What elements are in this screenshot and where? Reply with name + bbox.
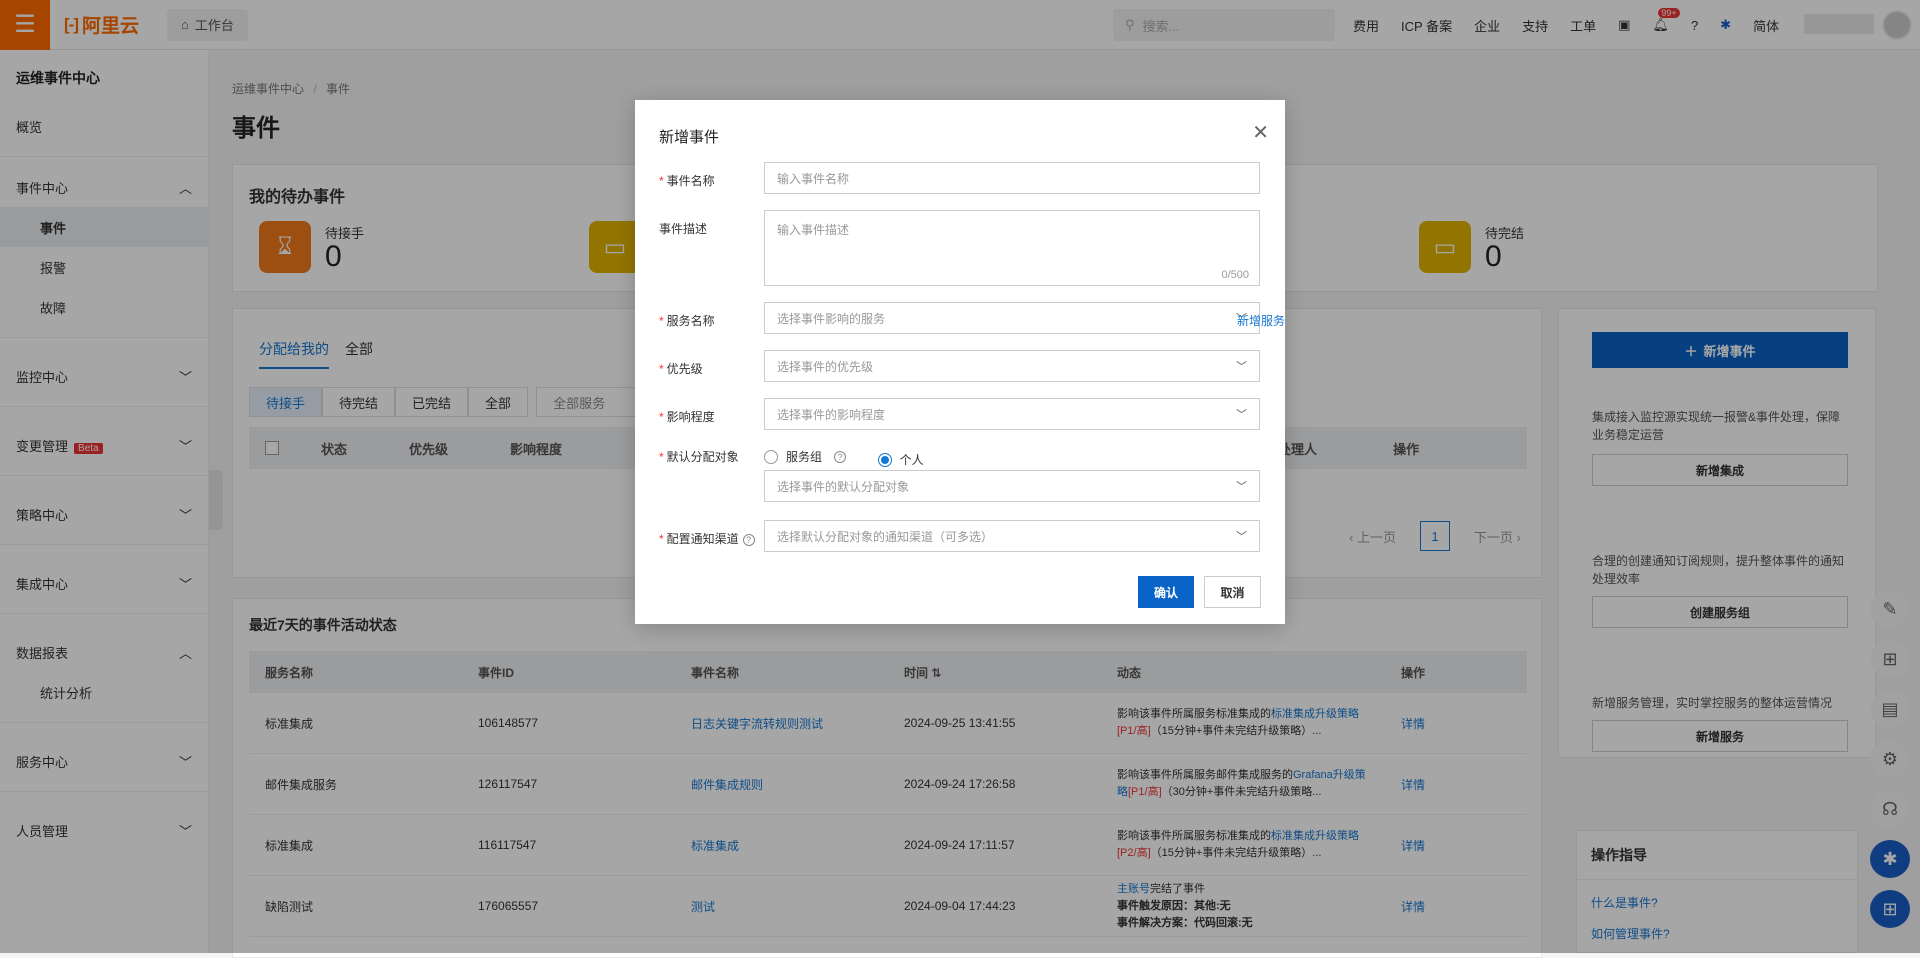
select-placeholder: 选择事件的默认分配对象: [777, 479, 910, 494]
help-icon[interactable]: ?: [834, 450, 847, 463]
notify-channel-select[interactable]: 选择默认分配对象的通知渠道（可多选） ﹀: [764, 520, 1260, 552]
notify-label: * 配置通知渠道?: [659, 520, 764, 552]
select-placeholder: 选择事件的优先级: [777, 359, 874, 374]
field-row-name: * 事件名称 输入事件名称: [659, 162, 1260, 194]
field-row-assign: * 默认分配对象 服务组? 个人: [659, 438, 952, 468]
event-name-input[interactable]: 输入事件名称: [764, 162, 1260, 194]
help-icon[interactable]: ?: [742, 534, 755, 546]
confirm-button[interactable]: 确认: [1138, 576, 1194, 608]
new-event-dialog: 新增事件 ✕ * 事件名称 输入事件名称 事件描述 输入事件描述 0/500 * 服务…: [635, 100, 1285, 624]
select-placeholder: 选择事件的影响程度: [777, 407, 886, 422]
close-icon[interactable]: ✕: [1252, 120, 1269, 145]
field-row-notify: * 配置通知渠道? 选择默认分配对象的通知渠道（可多选） ﹀: [659, 520, 1260, 552]
priority-select[interactable]: 选择事件的优先级 ﹀: [764, 350, 1260, 382]
field-row-priority: * 优先级 选择事件的优先级 ﹀: [659, 350, 1260, 382]
radio-circle: [764, 449, 778, 464]
chevron-down-icon: ﹀: [1236, 409, 1247, 421]
impact-select[interactable]: 选择事件的影响程度 ﹀: [764, 398, 1260, 430]
chevron-down-icon: ﹀: [1236, 481, 1247, 493]
field-row-impact: * 影响程度 选择事件的影响程度 ﹀: [659, 398, 1260, 430]
service-select[interactable]: 选择事件影响的服务 ﹀: [764, 302, 1260, 334]
impact-label: * 影响程度: [659, 410, 715, 424]
event-desc-textarea[interactable]: 输入事件描述 0/500: [764, 210, 1260, 286]
name-label: * 事件名称: [659, 174, 715, 188]
desc-label: 事件描述: [659, 222, 708, 236]
select-placeholder: 选择默认分配对象的通知渠道（可多选）: [777, 529, 994, 544]
service-label: * 服务名称: [659, 314, 715, 328]
label-text: 配置通知渠道: [666, 532, 739, 546]
radio-circle: [877, 452, 892, 467]
assign-target-select[interactable]: 选择事件的默认分配对象 ﹀: [764, 470, 1260, 502]
radio-person[interactable]: 个人: [877, 451, 924, 468]
assign-radio-group: 服务组? 个人: [764, 438, 952, 468]
chevron-down-icon: ﹀: [1236, 531, 1247, 543]
label-text: 事件名称: [666, 174, 715, 188]
label-text: 服务名称: [666, 314, 715, 328]
char-counter: 0/500: [1221, 269, 1249, 281]
label-text: 默认分配对象: [666, 450, 739, 464]
radio-label: 个人: [899, 453, 924, 467]
radio-service-group[interactable]: 服务组?: [764, 448, 847, 465]
field-row-desc: 事件描述 输入事件描述 0/500: [659, 210, 1260, 286]
cancel-button[interactable]: 取消: [1204, 576, 1261, 608]
field-row-assign-target: 选择事件的默认分配对象 ﹀: [764, 470, 1260, 502]
assign-label: * 默认分配对象: [659, 450, 739, 464]
field-row-service: * 服务名称 选择事件影响的服务 ﹀ 新增服务: [659, 302, 1285, 334]
label-text: 影响程度: [666, 410, 715, 424]
radio-label: 服务组: [786, 450, 823, 464]
dialog-title: 新增事件: [659, 129, 720, 146]
priority-label: * 优先级: [659, 362, 703, 376]
label-text: 优先级: [666, 362, 703, 376]
select-placeholder: 选择事件影响的服务: [777, 311, 886, 326]
add-service-link[interactable]: 新增服务: [1237, 312, 1285, 329]
chevron-down-icon: ﹀: [1236, 361, 1247, 373]
desc-placeholder: 输入事件描述: [777, 223, 850, 237]
